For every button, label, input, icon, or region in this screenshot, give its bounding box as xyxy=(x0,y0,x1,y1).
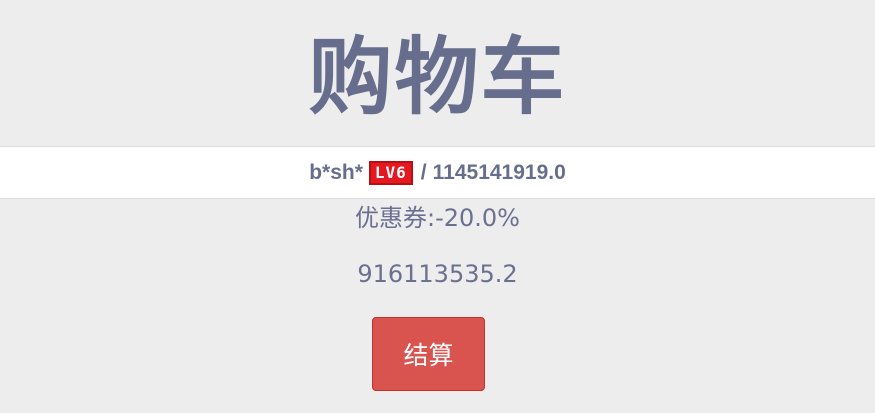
page-title: 购物车 xyxy=(308,28,567,126)
coupon-discount: 优惠券:-20.0% xyxy=(355,204,520,232)
user-balance: 1145141919.0 xyxy=(432,160,566,184)
checkout-button[interactable]: 结算 xyxy=(372,317,485,391)
cart-total: 916113535.2 xyxy=(357,260,518,288)
user-info-bar: b*sh* LV6 / 1145141919.0 xyxy=(0,146,875,199)
username: b*sh* xyxy=(309,160,363,184)
separator: / xyxy=(420,160,427,184)
level-badge: LV6 xyxy=(368,160,413,185)
